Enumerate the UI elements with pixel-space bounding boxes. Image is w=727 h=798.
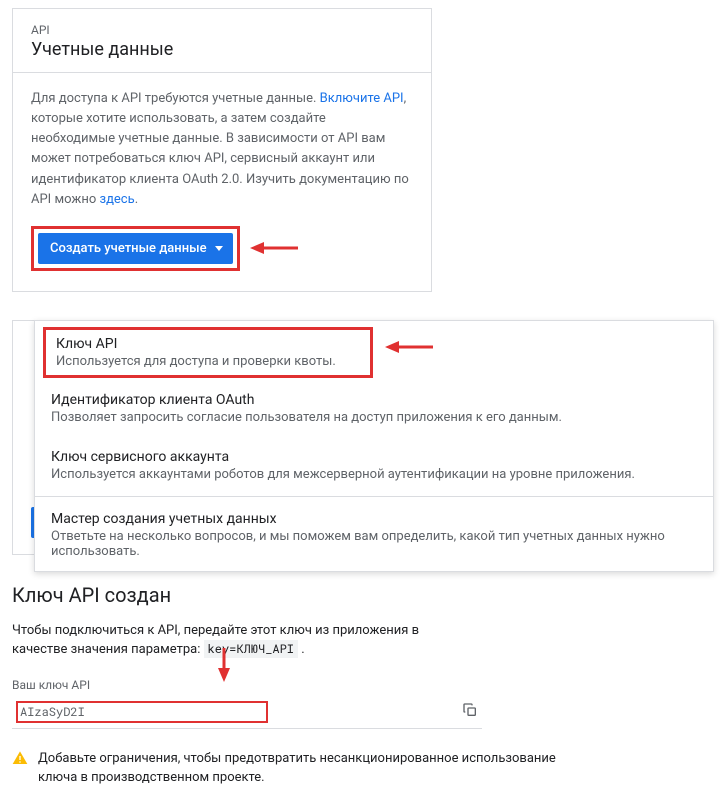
copy-icon[interactable] — [458, 700, 482, 724]
key-wrapper: Ваш ключ API AIzaSyD2I — [12, 678, 482, 729]
dd-title: Ключ API — [56, 336, 360, 352]
dd-desc: Используется для доступа и проверки квот… — [56, 354, 360, 369]
docs-link[interactable]: здесь — [99, 192, 134, 207]
credentials-card: API Учетные данные Для доступа к API тре… — [12, 8, 432, 292]
dd-desc: Используется аккаунтами роботов для межс… — [51, 467, 697, 482]
text-suffix: . — [298, 642, 305, 657]
intro-text: Для доступа к API требуются учетные данн… — [31, 89, 413, 210]
result-title: Ключ API создан — [12, 583, 715, 607]
dropdown-item-service-account[interactable]: Ключ сервисного аккаунта Используется ак… — [35, 437, 713, 494]
dd-title: Ключ сервисного аккаунта — [51, 449, 697, 465]
intro-prefix: Для доступа к API требуются учетные данн… — [31, 91, 320, 106]
card-title: Учетные данные — [31, 39, 413, 60]
dd-desc: Позволяет запросить согласие пользовател… — [51, 410, 697, 425]
dropdown-item-oauth[interactable]: Идентификатор клиента OAuth Позволяет за… — [35, 380, 713, 437]
dd-desc: Ответьте на несколько вопросов, и мы пом… — [51, 529, 697, 559]
card-header: API Учетные данные — [13, 9, 431, 73]
intro-mid: , которые хотите использовать, а затем с… — [31, 91, 409, 207]
divider — [35, 496, 713, 497]
dd-title: Идентификатор клиента OAuth — [51, 392, 697, 408]
card-body: Для доступа к API требуются учетные данн… — [13, 73, 431, 291]
result-text: Чтобы подключиться к API, передайте этот… — [12, 621, 472, 660]
key-highlight-annotation: AIzaSyD2I — [16, 701, 268, 723]
enable-api-link[interactable]: Включите API — [320, 91, 404, 106]
create-credentials-button[interactable]: Создать учетные данные — [38, 233, 233, 264]
key-text: AIzaSyD2I — [20, 704, 85, 720]
arrow-right-annotation — [250, 240, 298, 256]
dd-title: Мастер создания учетных данных — [51, 511, 697, 527]
warning-text: Добавьте ограничения, чтобы предотвратит… — [38, 749, 572, 788]
warning-icon — [12, 750, 28, 773]
dropdown-item-wizard[interactable]: Мастер создания учетных данных Ответьте … — [35, 499, 713, 571]
credentials-dropdown: Ключ API Используется для доступа и пров… — [34, 320, 714, 572]
key-row: AIzaSyD2I — [12, 696, 482, 729]
api-key-result: Ключ API создан Чтобы подключиться к API… — [12, 583, 715, 729]
dropdown-item-api-key[interactable]: Ключ API Используется для доступа и пров… — [43, 327, 373, 378]
card-overline: API — [31, 23, 413, 37]
intro-suffix: . — [135, 192, 138, 207]
highlight-annotation: Создать учетные данные — [31, 226, 240, 271]
arrow-down-annotation — [216, 648, 232, 686]
warning: Добавьте ограничения, чтобы предотвратит… — [12, 749, 572, 788]
chevron-down-icon — [215, 246, 223, 251]
api-key-value[interactable]: AIzaSyD2I — [12, 699, 458, 725]
dropdown-context: Создать учетные данные Ключ API Использу… — [0, 320, 727, 555]
field-label: Ваш ключ API — [12, 678, 482, 692]
button-label: Создать учетные данные — [50, 241, 207, 256]
arrow-right-annotation — [385, 339, 433, 355]
